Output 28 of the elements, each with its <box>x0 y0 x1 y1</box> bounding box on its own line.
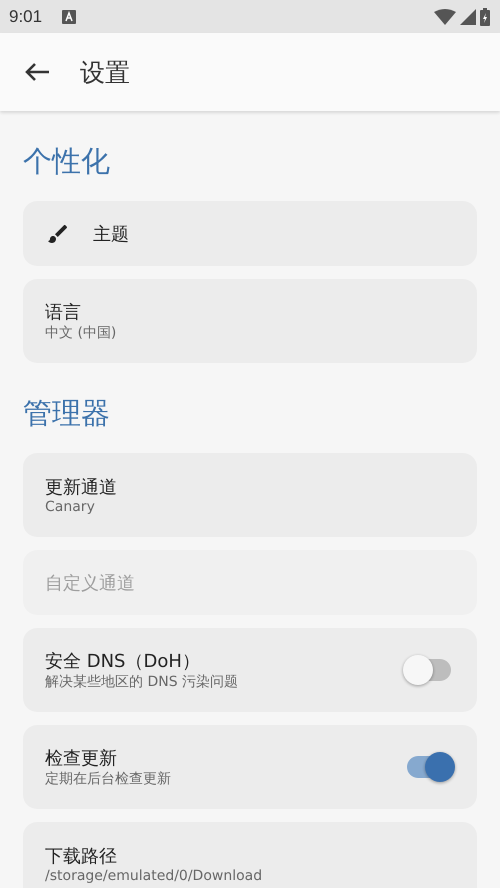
item-title: 主题 <box>93 222 130 246</box>
section-title: 个性化 <box>23 143 111 180</box>
wifi-icon <box>434 8 456 24</box>
settings-item[interactable]: 下载路径 /storage/emulated/0/Download <box>23 822 477 888</box>
item-title: 检查更新 <box>45 747 118 770</box>
page-title: 设置 <box>80 56 130 88</box>
signal-icon <box>460 8 476 24</box>
item-title: 自定义通道 <box>45 572 136 594</box>
settings-item[interactable]: 更新通道 Canary <box>23 453 477 537</box>
settings-item[interactable]: 主题 <box>23 201 477 266</box>
back-button[interactable] <box>24 62 50 82</box>
item-title: 更新通道 <box>45 476 118 499</box>
settings-item[interactable]: 检查更新 定期在后台检查更新 <box>23 725 477 809</box>
item-subtitle: /storage/emulated/0/Download <box>45 868 264 884</box>
settings-item[interactable]: 语言 中文 (中国) <box>23 279 477 363</box>
item-subtitle: 解决某些地区的 DNS 污染问题 <box>45 673 240 691</box>
item-title: 安全 DNS（DoH） <box>45 650 201 673</box>
item-title: 语言 <box>45 301 82 324</box>
keyboard-notification-icon <box>62 10 76 24</box>
item-subtitle: 定期在后台检查更新 <box>45 770 172 788</box>
section-title: 管理器 <box>23 395 111 432</box>
item-subtitle: Canary <box>45 499 96 515</box>
battery-icon <box>480 8 490 26</box>
status-time: 9:01 <box>9 6 42 26</box>
item-title: 下载路径 <box>45 845 118 868</box>
settings-item[interactable]: 安全 DNS（DoH） 解决某些地区的 DNS 污染问题 <box>23 628 477 712</box>
item-subtitle: 中文 (中国) <box>45 324 118 342</box>
back-arrow-icon <box>24 62 50 82</box>
